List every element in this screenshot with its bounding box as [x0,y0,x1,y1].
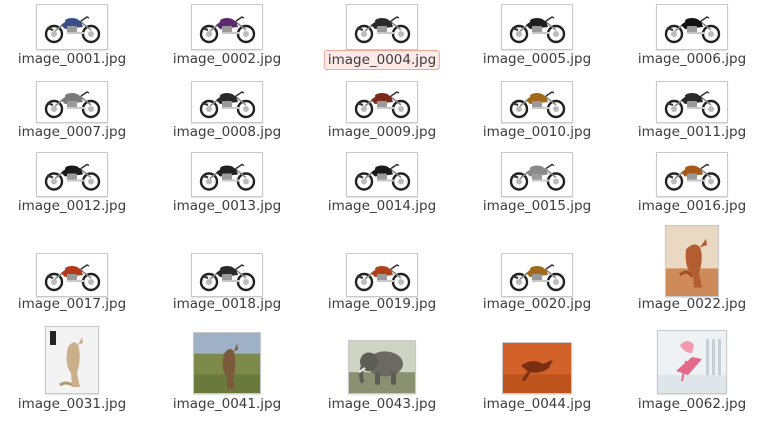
kangaroo-photo-icon[interactable] [45,326,99,394]
file-icon-item[interactable]: image_0043.jpg [307,0,457,435]
file-icon-item[interactable]: image_0062.jpg [617,0,767,435]
file-icon-item[interactable]: image_0031.jpg [0,0,147,435]
flamingo-chair-photo-icon[interactable] [657,330,727,394]
file-icon-item[interactable]: image_0044.jpg [462,0,612,435]
file-name-label: image_0044.jpg [482,396,592,412]
file-name-label: image_0043.jpg [327,396,437,412]
elephant-photo-icon[interactable] [348,340,416,394]
file-name-label: image_0062.jpg [637,396,747,412]
kangaroo-desert-photo-icon[interactable] [502,342,572,394]
kangaroo-field-photo-icon[interactable] [193,332,261,394]
file-icon-item[interactable]: image_0041.jpg [152,0,302,435]
file-name-label: image_0031.jpg [17,396,127,412]
file-name-label: image_0041.jpg [172,396,282,412]
